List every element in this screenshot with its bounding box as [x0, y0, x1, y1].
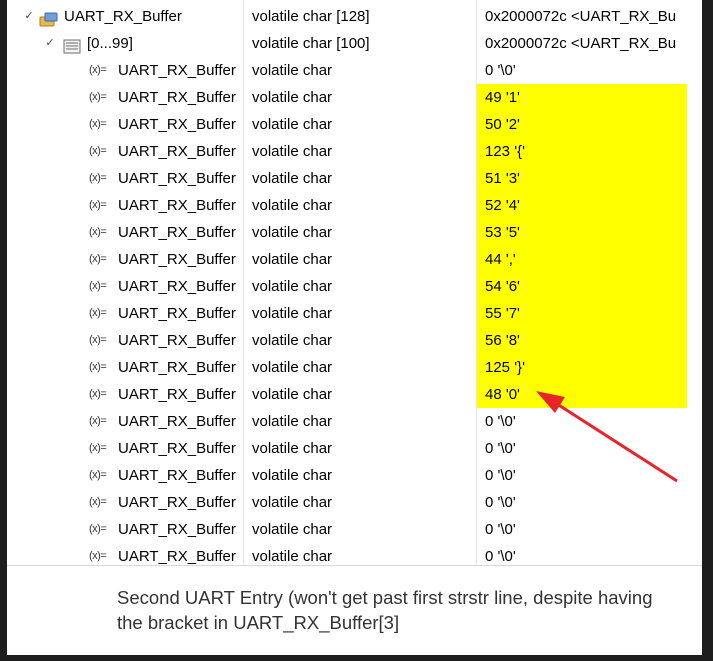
screenshot-frame: ✓ UART_RX_Buffer volatile char [128] 0x2…: [7, 0, 702, 655]
red-arrow-annotation: [536, 391, 678, 483]
